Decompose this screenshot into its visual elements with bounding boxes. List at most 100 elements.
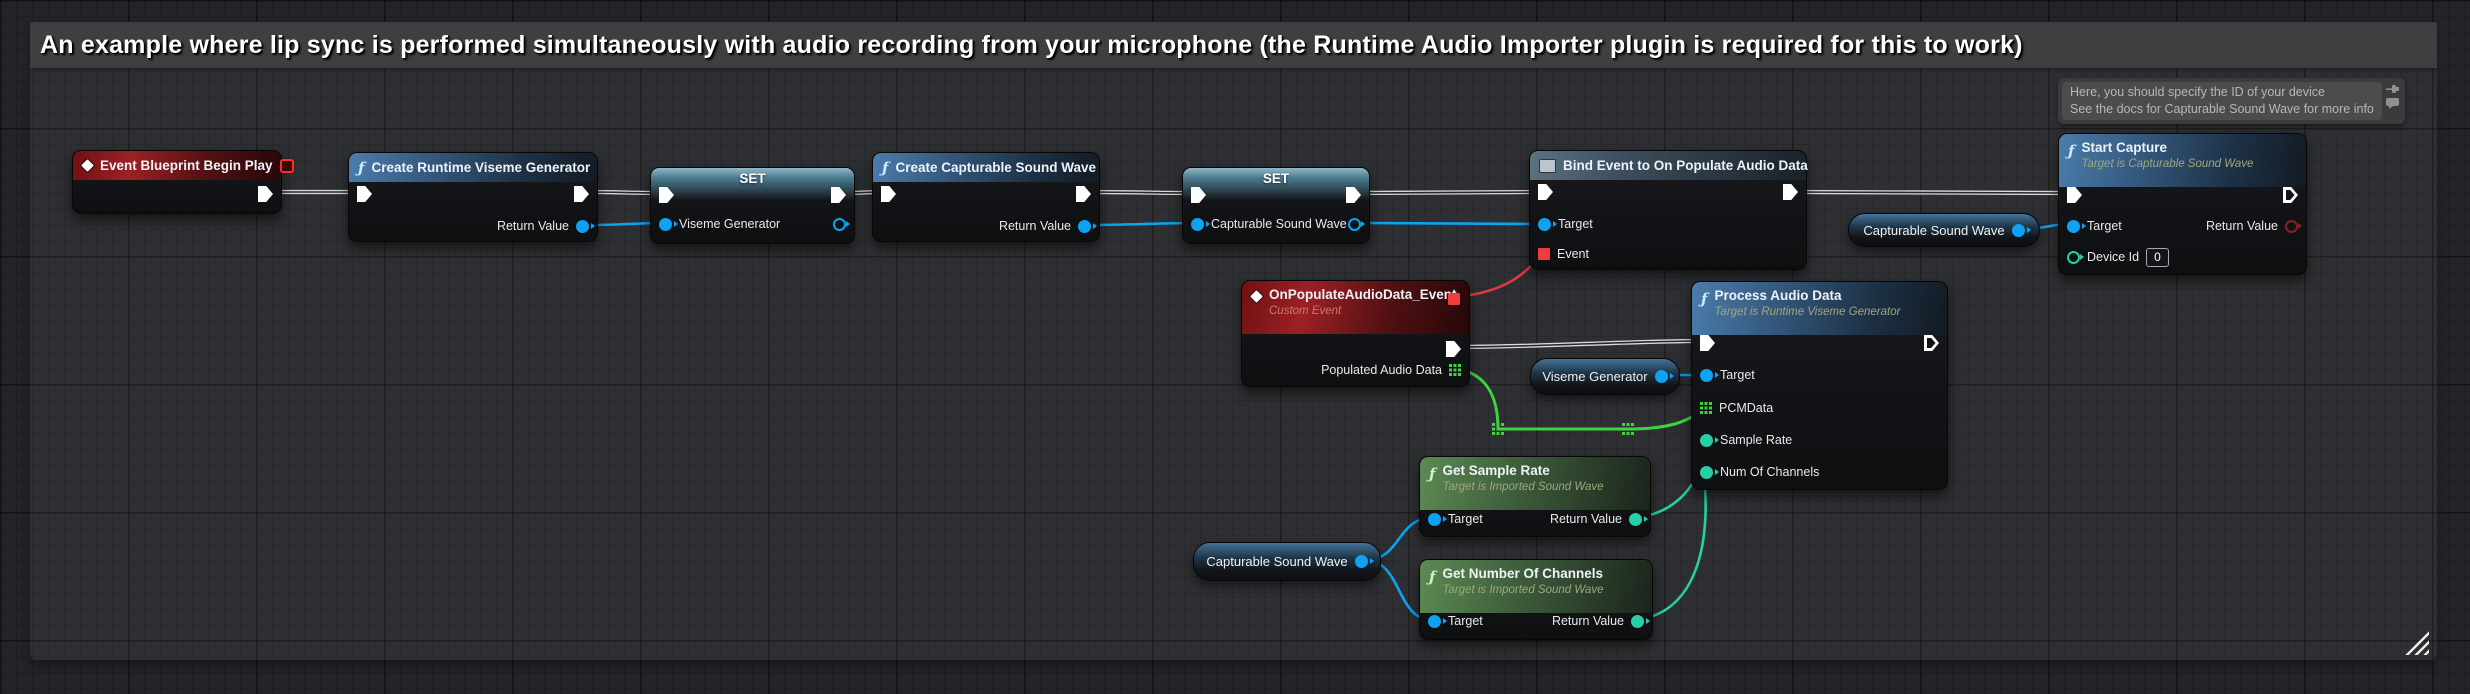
pin-label: Target [2087,219,2122,233]
getter-viseme-generator[interactable]: Viseme Generator [1530,358,1680,395]
pin-label: Return Value [1550,512,1622,526]
node-custom-event[interactable]: OnPopulateAudioData_Event Custom Event P… [1241,280,1470,387]
node-header: ƒ Create Runtime Viseme Generator [349,153,597,182]
node-header: ƒ Get Number Of Channels Target is Impor… [1420,560,1652,613]
node-header: Bind Event to On Populate Audio Data [1530,151,1806,180]
return-value-pin[interactable] [1629,513,1642,526]
variable-out-pin[interactable] [2012,224,2025,237]
function-icon: ƒ [882,159,888,177]
note-line-1: Here, you should specify the ID of your … [2070,84,2374,101]
capturable-sound-wave-in-pin[interactable] [1191,218,1204,231]
return-value-pin[interactable] [576,220,589,233]
exec-in-pin[interactable] [1538,184,1553,200]
node-process-audio-data[interactable]: ƒ Process Audio Data Target is Runtime V… [1691,281,1948,490]
node-title: Get Sample Rate [1442,462,1603,480]
node-header: ƒ Get Sample Rate Target is Imported Sou… [1420,457,1650,510]
viseme-generator-in-pin[interactable] [659,218,672,231]
capturable-sound-wave-out-pin[interactable] [1348,218,1361,231]
pin-label: Capturable Sound Wave [1211,217,1347,231]
node-header: ƒ Start Capture Target is Capturable Sou… [2059,134,2306,187]
function-icon: ƒ [1429,568,1435,586]
node-bind-event[interactable]: Bind Event to On Populate Audio Data Tar… [1529,150,1807,270]
exec-in-pin[interactable] [357,186,372,202]
variable-label: Capturable Sound Wave [1863,223,2004,238]
variable-label: Capturable Sound Wave [1206,554,1347,569]
return-value-pin[interactable] [1078,220,1091,233]
variable-label: Viseme Generator [1542,369,1647,384]
pin-icon[interactable] [2386,84,2399,95]
exec-out-pin[interactable] [831,187,846,203]
exec-out-pin[interactable] [258,186,273,202]
node-set-capturable-sound-wave[interactable]: SET Capturable Sound Wave [1182,167,1370,244]
node-create-runtime-viseme-generator[interactable]: ƒ Create Runtime Viseme Generator Return… [348,152,598,242]
pin-label: Device Id [2087,250,2139,264]
pin-label: Target [1558,217,1593,231]
pin-label: Viseme Generator [679,217,780,231]
target-pin[interactable] [1538,218,1551,231]
node-title: SET [651,171,854,186]
variable-out-pin[interactable] [1355,555,1368,568]
delegate-out-pin[interactable] [1448,293,1460,305]
node-subtitle: Target is Imported Sound Wave [1442,583,1603,599]
note-line-2: See the docs for Capturable Sound Wave f… [2070,101,2374,118]
pin-label: Event [1557,247,1589,261]
device-id-pin[interactable] [2067,251,2080,264]
num-of-channels-pin[interactable] [1700,466,1713,479]
function-icon: ƒ [1429,465,1435,483]
node-title: Process Audio Data [1714,287,1900,305]
event-diamond-icon [1249,289,1265,305]
node-header: OnPopulateAudioData_Event Custom Event [1242,281,1469,334]
node-get-sample-rate[interactable]: ƒ Get Sample Rate Target is Imported Sou… [1419,456,1651,537]
pin-label: PCMData [1719,401,1773,415]
exec-in-pin[interactable] [2067,187,2082,203]
event-diamond-icon [80,158,96,174]
sample-rate-pin[interactable] [1700,434,1713,447]
return-value-pin[interactable] [2285,220,2298,233]
variable-out-pin[interactable] [1655,370,1668,383]
event-delegate-pin[interactable] [1538,248,1550,260]
exec-in-pin[interactable] [1191,187,1206,203]
exec-out-pin[interactable] [2283,187,2298,203]
getter-capturable-sound-wave-top[interactable]: Capturable Sound Wave [1848,213,2040,247]
blueprint-canvas[interactable]: An example where lip sync is performed s… [0,0,2470,694]
exec-out-pin[interactable] [1783,184,1798,200]
target-pin[interactable] [1700,369,1713,382]
exec-out-pin[interactable] [1446,341,1461,357]
device-id-input[interactable]: 0 [2146,248,2169,267]
comment-bubble-icon[interactable] [2386,98,2399,109]
target-pin[interactable] [1428,615,1441,628]
return-value-pin[interactable] [1631,615,1644,628]
exec-in-pin[interactable] [659,187,674,203]
node-title: Start Capture [2081,139,2253,157]
exec-out-pin[interactable] [1076,186,1091,202]
pin-label: Sample Rate [1720,433,1792,447]
bind-event-icon [1539,159,1556,173]
target-pin[interactable] [1428,513,1441,526]
exec-out-pin[interactable] [1346,187,1361,203]
viseme-generator-out-pin[interactable] [833,218,846,231]
node-start-capture[interactable]: ƒ Start Capture Target is Capturable Sou… [2058,133,2307,275]
node-create-capturable-sound-wave[interactable]: ƒ Create Capturable Sound Wave Return Va… [872,152,1100,242]
exec-out-pin[interactable] [1924,335,1939,351]
node-get-number-of-channels[interactable]: ƒ Get Number Of Channels Target is Impor… [1419,559,1653,640]
target-pin[interactable] [2067,220,2080,233]
node-title: Event Blueprint Begin Play [100,158,273,173]
populated-audio-data-pin[interactable] [1449,364,1461,376]
function-icon: ƒ [1701,290,1707,308]
getter-capturable-sound-wave-bottom[interactable]: Capturable Sound Wave [1193,542,1381,581]
exec-out-pin[interactable] [574,186,589,202]
pin-label: Return Value [1552,614,1624,628]
node-subtitle: Target is Runtime Viseme Generator [1714,305,1900,321]
node-subtitle: Custom Event [1269,304,1457,320]
device-id-comment-bubble[interactable]: Here, you should specify the ID of your … [2058,78,2405,124]
node-event-begin-play[interactable]: Event Blueprint Begin Play [72,150,282,214]
node-subtitle: Target is Imported Sound Wave [1442,480,1603,496]
exec-in-pin[interactable] [881,186,896,202]
exec-in-pin[interactable] [1700,335,1715,351]
node-set-viseme-generator[interactable]: SET Viseme Generator [650,167,855,244]
wire-set2-bindevent-target[interactable] [1356,223,1540,224]
pcmdata-pin[interactable] [1700,402,1712,414]
function-icon: ƒ [2068,142,2074,160]
node-title: Create Capturable Sound Wave [895,160,1096,175]
pin-label: Num Of Channels [1720,465,1819,479]
